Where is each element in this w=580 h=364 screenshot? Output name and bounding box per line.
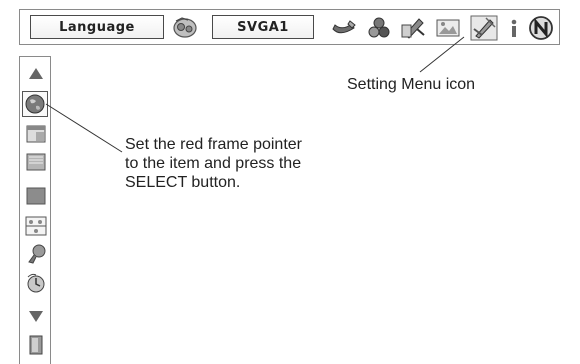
information-icon[interactable]: [504, 15, 524, 41]
audio-icon[interactable]: [171, 15, 199, 41]
color-adjust-icon[interactable]: [365, 15, 393, 41]
scroll-down-icon[interactable]: [25, 305, 47, 327]
screen-icon[interactable]: [399, 15, 427, 41]
background-icon[interactable]: [25, 185, 47, 207]
keypad-icon[interactable]: [25, 151, 47, 173]
display-icon[interactable]: [25, 215, 47, 237]
setting-menu-callout: Setting Menu icon: [347, 76, 476, 93]
image-adjust-icon[interactable]: [330, 15, 358, 41]
pointer-instruction-callout: Set the red frame pointer to the item an…: [125, 135, 325, 192]
setting-menu-icon[interactable]: [470, 15, 498, 41]
top-menu-bar: Language SVGA1: [19, 9, 560, 45]
network-icon[interactable]: [527, 15, 555, 41]
language-field[interactable]: Language: [30, 15, 164, 39]
pointer-instruction-line-2: to the item and press the: [125, 155, 302, 172]
screen-settings-icon[interactable]: [25, 123, 47, 145]
power-management-icon[interactable]: [25, 272, 47, 294]
input-source-field[interactable]: SVGA1: [212, 15, 314, 39]
pointer-instruction-line-1: Set the red frame pointer: [125, 136, 302, 153]
lamp-icon[interactable]: [25, 243, 47, 265]
globe-language-icon[interactable]: [22, 91, 48, 117]
pointer-instruction-line-3: SELECT button.: [125, 174, 241, 191]
sidebar-menu: [19, 56, 51, 364]
picture-icon[interactable]: [434, 15, 462, 41]
exit-icon[interactable]: [25, 334, 47, 356]
language-label: Language: [59, 19, 135, 35]
scroll-up-icon[interactable]: [25, 63, 47, 85]
input-source-label: SVGA1: [237, 19, 289, 35]
